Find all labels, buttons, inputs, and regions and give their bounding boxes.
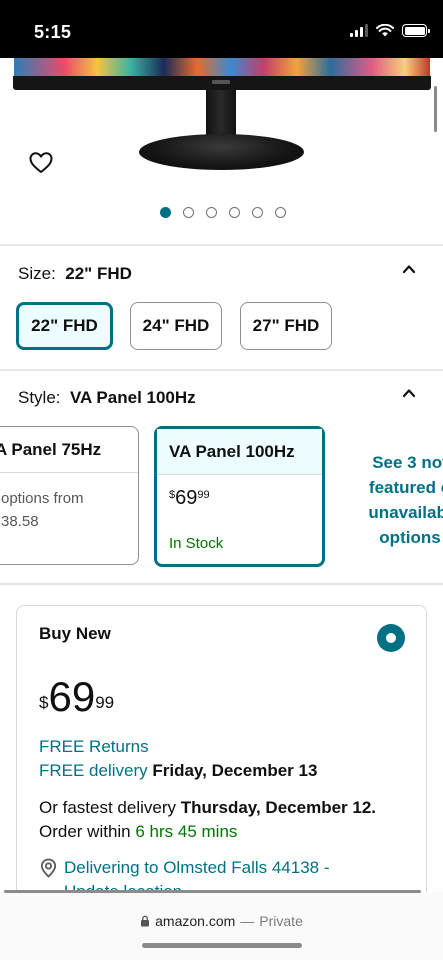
signal-icon [350, 24, 368, 37]
free-delivery-link[interactable]: FREE delivery [39, 761, 148, 780]
fastest-delivery-date: Thursday, December 12. [180, 798, 377, 817]
monitor-logo [212, 80, 230, 84]
stock-status: In Stock [169, 535, 224, 552]
style-option-title: VA Panel 100Hz [157, 429, 322, 475]
pagination-dot[interactable] [206, 207, 217, 218]
scrollbar-thumb[interactable] [434, 86, 437, 132]
free-returns-link[interactable]: FREE Returns [39, 737, 149, 757]
style-option-price: 38.58 [1, 513, 39, 530]
location-pin-icon [40, 858, 57, 878]
buy-price: $6999 [39, 673, 115, 720]
pagination-dot[interactable] [252, 207, 263, 218]
pagination-dot[interactable] [183, 207, 194, 218]
size-value: 22" FHD [65, 264, 132, 283]
home-indicator[interactable] [142, 943, 302, 948]
status-time: 5:15 [34, 22, 72, 42]
size-option-label: 27" FHD [252, 316, 320, 335]
style-option-va-100hz[interactable]: VA Panel 100Hz $6999 In Stock [154, 426, 325, 567]
buy-new-radio[interactable] [377, 624, 405, 652]
browsing-mode: Private [259, 913, 303, 929]
chevron-up-icon[interactable] [402, 386, 416, 400]
page-scroll-indicator [4, 890, 421, 893]
chevron-up-icon[interactable] [402, 262, 416, 276]
buy-new-title: Buy New [39, 624, 111, 643]
battery-icon [402, 24, 430, 37]
url-domain: amazon.com [155, 913, 236, 929]
size-option-label: 22" FHD [31, 316, 98, 335]
fastest-delivery-line: Or fastest delivery Thursday, December 1… [39, 798, 377, 817]
size-option-27[interactable]: 27" FHD [240, 302, 332, 350]
size-option-22[interactable]: 22" FHD [16, 302, 113, 350]
monitor-screen [14, 58, 430, 78]
order-within-line: Order within 6 hrs 45 mins [39, 822, 238, 841]
url-separator: — [240, 913, 255, 929]
size-heading: Size: 22" FHD [18, 264, 132, 284]
location-text: Delivering to Olmsted Falls 44138 - [64, 858, 330, 877]
size-option-24[interactable]: 24" FHD [130, 302, 222, 350]
delivery-date: Friday, December 13 [152, 761, 318, 780]
monitor-stand-base [139, 134, 304, 170]
pagination-dot[interactable] [229, 207, 240, 218]
product-image[interactable] [0, 58, 443, 178]
size-label: Size: [18, 264, 56, 283]
wifi-icon [376, 24, 394, 37]
style-option-va-75hz[interactable]: A Panel 75Hz options from 38.58 [0, 426, 139, 565]
buy-new-box[interactable]: Buy New $6999 FREE Returns FREE delivery… [16, 605, 427, 935]
status-bar: 5:15 [0, 0, 443, 58]
lock-icon [141, 915, 150, 927]
size-option-label: 24" FHD [142, 316, 210, 335]
style-option-title: A Panel 75Hz [0, 427, 138, 473]
divider [0, 583, 443, 585]
style-heading: Style: VA Panel 100Hz [18, 388, 196, 408]
image-pagination-dots [160, 207, 286, 218]
style-label: Style: [18, 388, 61, 407]
free-delivery-line: FREE delivery Friday, December 13 [39, 761, 317, 781]
see-more-options-link[interactable]: See 3 not featured o unavailabl options [340, 450, 443, 550]
address-bar[interactable]: amazon.com — Private [0, 913, 443, 929]
pagination-dot-active[interactable] [160, 207, 171, 218]
order-countdown: 6 hrs 45 mins [135, 822, 238, 841]
status-icons [350, 24, 430, 37]
style-option-price: $6999 [169, 487, 210, 509]
style-option-subtext: options from [1, 490, 84, 507]
pagination-dot[interactable] [275, 207, 286, 218]
style-value: VA Panel 100Hz [69, 388, 196, 407]
divider [0, 244, 443, 246]
divider [0, 369, 443, 371]
heart-icon[interactable] [28, 150, 54, 176]
